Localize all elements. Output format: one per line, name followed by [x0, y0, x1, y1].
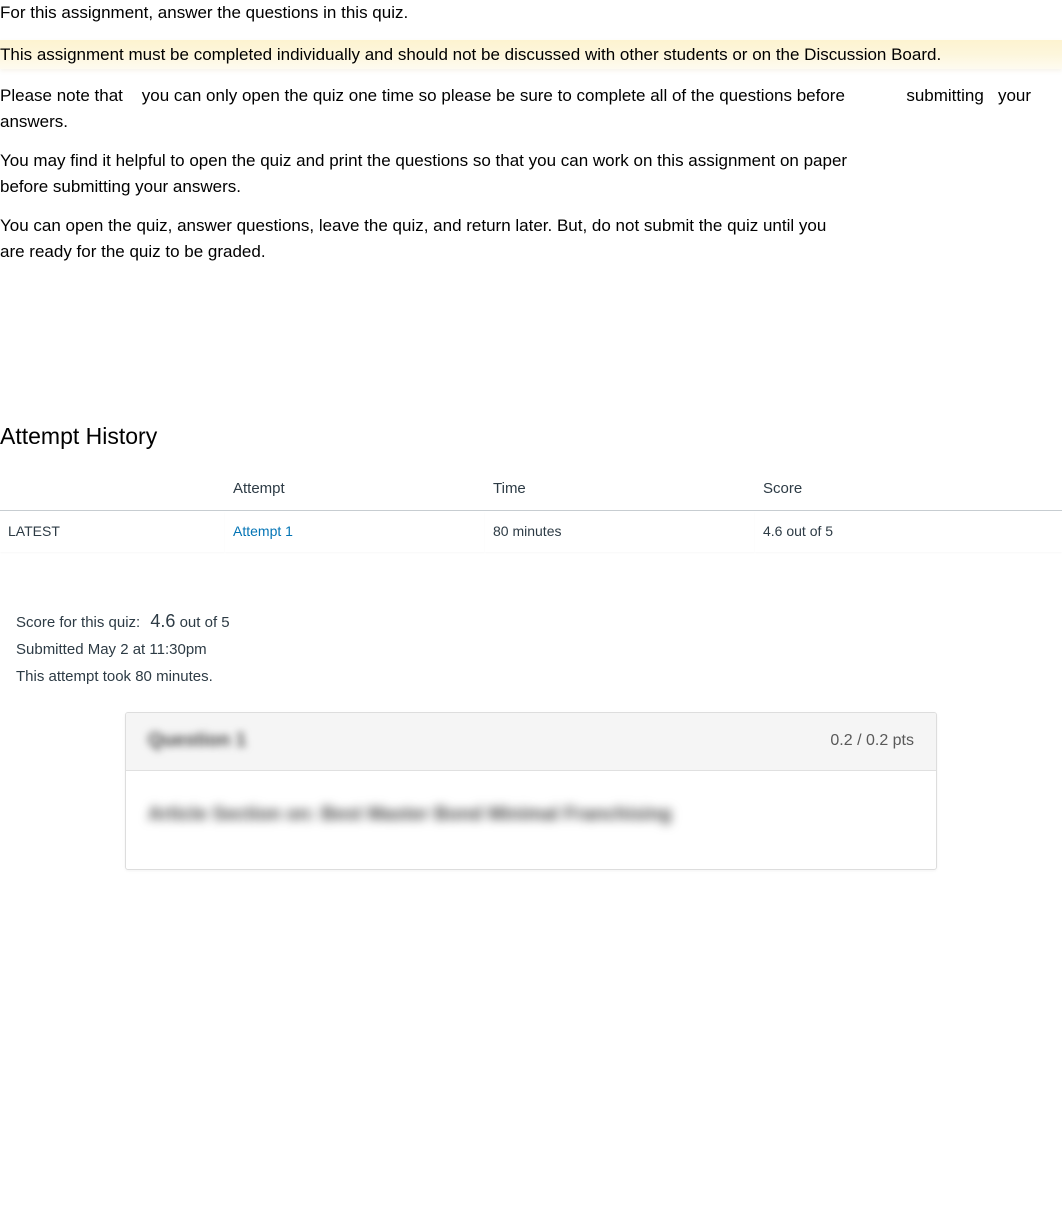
attempt-history-table: Attempt Time Score LATEST Attempt 1 80 m… [0, 468, 1062, 553]
attempt-link[interactable]: Attempt 1 [233, 523, 293, 539]
text-part: you can only open the quiz one time so p… [142, 86, 845, 105]
question-body-blurred: Article Section on: Best Master Bond Min… [148, 804, 672, 825]
score-value: 4.6 [150, 611, 175, 631]
score-suffix: out of 5 [180, 614, 230, 631]
question-points: 0.2 / 0.2 pts [830, 729, 914, 753]
attempt-history-heading: Attempt History [0, 419, 1062, 454]
attempt-time: 80 minutes [485, 511, 755, 553]
score-label: Score for this quiz: [16, 614, 140, 631]
attempt-duration: This attempt took 80 minutes. [16, 666, 1062, 689]
instruction-one-time-notice: Please note that you can only open the q… [0, 83, 1062, 134]
text-part: Please note that [0, 86, 123, 105]
question-card: Question 1 0.2 / 0.2 pts Article Section… [125, 712, 937, 870]
submitted-time: Submitted May 2 at 11:30pm [16, 639, 1062, 662]
instruction-print-tip: You may find it helpful to open the quiz… [0, 148, 880, 199]
table-header-score: Score [755, 468, 1062, 511]
attempt-score: 4.6 out of 5 [755, 511, 1062, 553]
table-header-blank [0, 468, 225, 511]
question-header: Question 1 0.2 / 0.2 pts [126, 713, 936, 771]
score-summary-block: Score for this quiz: 4.6 out of 5 Submit… [0, 608, 1062, 688]
table-header-attempt: Attempt [225, 468, 485, 511]
latest-badge: LATEST [0, 511, 225, 553]
question-title-blurred: Question 1 [148, 727, 246, 756]
instruction-warning-submit: You can open the quiz, answer questions,… [0, 213, 830, 264]
question-body: Article Section on: Best Master Bond Min… [126, 771, 936, 870]
text-part: submitting [906, 86, 983, 105]
instruction-line-1: For this assignment, answer the question… [0, 0, 1062, 26]
table-header-time: Time [485, 468, 755, 511]
table-row: LATEST Attempt 1 80 minutes 4.6 out of 5 [0, 511, 1062, 553]
instruction-individual-notice: This assignment must be completed indivi… [0, 40, 1062, 70]
